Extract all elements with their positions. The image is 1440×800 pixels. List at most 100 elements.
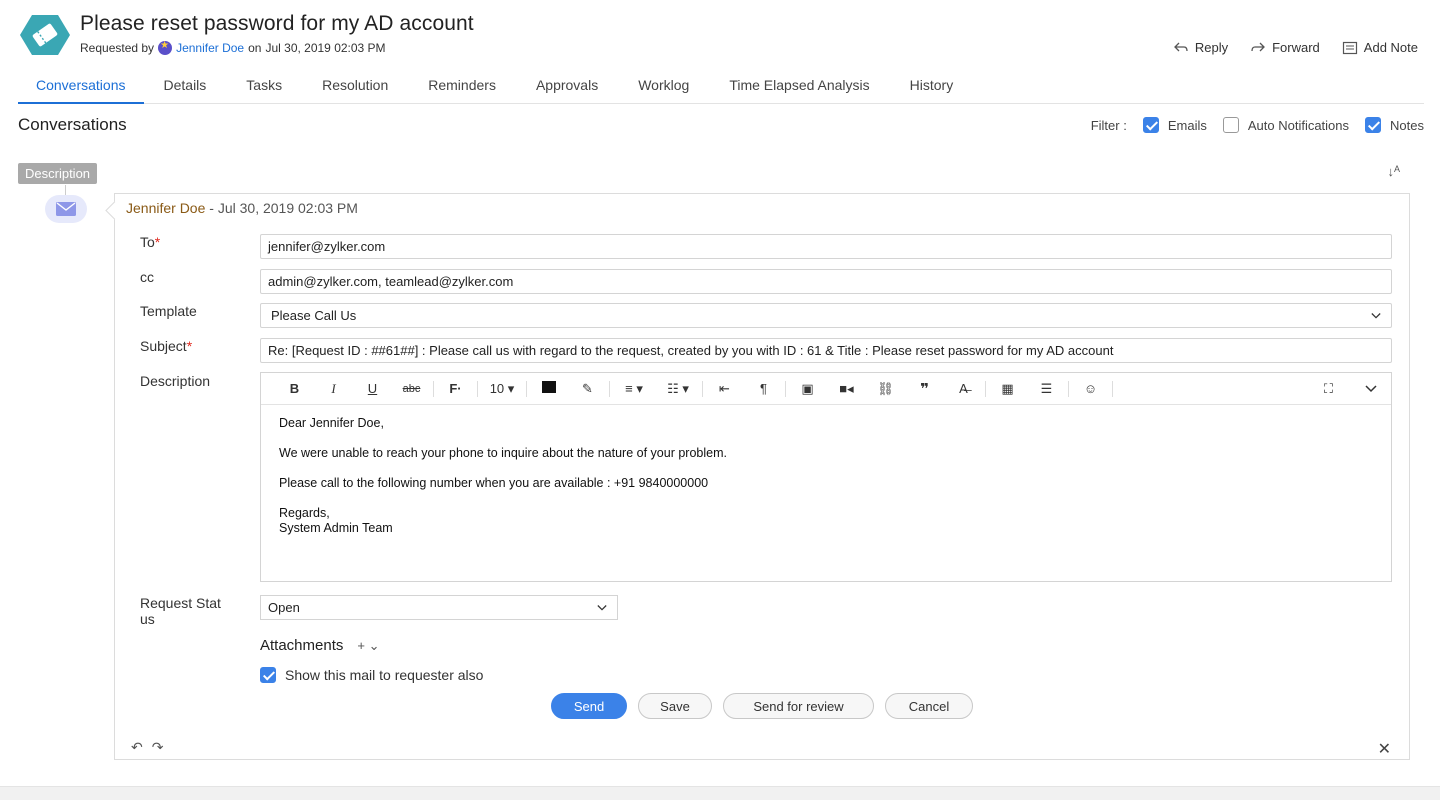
filter-emails-checkbox[interactable] bbox=[1142, 117, 1159, 133]
forward-label: Forward bbox=[1272, 40, 1320, 55]
attachments-row: Attachments + ⌄ bbox=[260, 637, 379, 654]
action-buttons: Send Save Send for review Cancel bbox=[551, 693, 973, 719]
text-color-icon[interactable] bbox=[529, 381, 568, 396]
filter-auto-notifications-checkbox[interactable] bbox=[1222, 117, 1239, 133]
toolbar-divider bbox=[477, 380, 478, 397]
request-status-value: Open bbox=[268, 600, 300, 615]
add-note-label: Add Note bbox=[1363, 40, 1418, 55]
filter-notes[interactable]: Notes bbox=[1365, 117, 1424, 133]
subject-label-text: Subject bbox=[140, 338, 187, 354]
subject-label: Subject* bbox=[140, 338, 192, 354]
paragraph-icon[interactable]: ¶ bbox=[744, 381, 783, 396]
clear-format-icon[interactable]: A̶ bbox=[944, 381, 983, 396]
bold-icon[interactable]: B bbox=[275, 381, 314, 396]
image-icon[interactable]: ▣ bbox=[788, 381, 827, 397]
tab-worklog[interactable]: Worklog bbox=[618, 70, 709, 104]
tab-reminders[interactable]: Reminders bbox=[408, 70, 516, 104]
table-icon[interactable]: ▦ bbox=[988, 381, 1027, 397]
body-sign-1: Regards, bbox=[279, 506, 330, 520]
on-label: on bbox=[248, 41, 262, 55]
chevron-down-icon[interactable] bbox=[1365, 384, 1377, 394]
undo-icon[interactable]: ↶ bbox=[131, 739, 143, 756]
show-mail-option[interactable]: Show this mail to requester also bbox=[260, 667, 483, 683]
requested-by-line: Requested by Jennifer Doe on Jul 30, 201… bbox=[80, 40, 386, 55]
description-editor: B I U abc F· 10 ▾ ✎ ≡ ▾ ☷ ▾ ⇤ ¶ ▣ ■◂ ⛓ ❞… bbox=[260, 372, 1392, 582]
reply-card: Jennifer Doe - Jul 30, 2019 02:03 PM To*… bbox=[114, 193, 1410, 760]
link-icon[interactable]: ⛓ bbox=[866, 381, 905, 397]
quote-icon[interactable]: ❞ bbox=[905, 380, 944, 398]
tab-details[interactable]: Details bbox=[144, 70, 227, 104]
editor-content[interactable]: Dear Jennifer Doe, We were unable to rea… bbox=[261, 405, 1391, 547]
description-label: Description bbox=[140, 373, 211, 389]
ticket-icon bbox=[20, 14, 70, 56]
cc-field[interactable]: admin@zylker.com, teamlead@zylker.com bbox=[260, 269, 1392, 294]
filter-auto-notifications[interactable]: Auto Notifications bbox=[1222, 117, 1349, 133]
filter-emails-label: Emails bbox=[1167, 117, 1207, 133]
chevron-down-icon bbox=[1371, 312, 1381, 319]
strikethrough-icon[interactable]: abc bbox=[392, 383, 431, 395]
subject-field[interactable]: Re: [Request ID : ##61##] : Please call … bbox=[260, 338, 1392, 363]
required-star-icon: * bbox=[154, 234, 161, 250]
request-status-label-line-2: us bbox=[140, 611, 155, 627]
reply-author: Jennifer Doe bbox=[126, 200, 206, 216]
mail-icon bbox=[45, 195, 87, 223]
forward-icon bbox=[1251, 42, 1266, 51]
request-status-label-line-1: Request Stat bbox=[140, 595, 221, 611]
body-sign-2: System Admin Team bbox=[279, 521, 393, 535]
body-line-1: We were unable to reach your phone to in… bbox=[279, 446, 727, 460]
indent-icon[interactable]: ⇤ bbox=[705, 381, 744, 397]
highlight-icon[interactable]: ✎ bbox=[568, 381, 607, 397]
reply-header: Jennifer Doe - Jul 30, 2019 02:03 PM bbox=[126, 200, 358, 216]
toolbar-divider bbox=[609, 380, 610, 397]
list-icon[interactable]: ☷ ▾ bbox=[656, 381, 700, 397]
description-tag[interactable]: Description bbox=[18, 163, 98, 184]
add-note-button[interactable]: Add Note bbox=[1342, 40, 1418, 55]
editor-toolbar: B I U abc F· 10 ▾ ✎ ≡ ▾ ☷ ▾ ⇤ ¶ ▣ ■◂ ⛓ ❞… bbox=[261, 373, 1391, 405]
reply-button[interactable]: Reply bbox=[1173, 40, 1228, 55]
emoji-icon[interactable]: ☺ bbox=[1071, 381, 1110, 396]
send-button[interactable]: Send bbox=[551, 693, 627, 719]
request-status-label: Request Stat us bbox=[140, 595, 221, 627]
underline-icon[interactable]: U bbox=[353, 381, 392, 396]
checklist-icon[interactable]: ☰ bbox=[1027, 381, 1066, 397]
requester-link[interactable]: Jennifer Doe bbox=[176, 41, 244, 55]
template-select[interactable]: Please Call Us bbox=[260, 303, 1392, 328]
note-icon bbox=[1342, 41, 1357, 54]
add-attachment-icon[interactable]: + ⌄ bbox=[357, 638, 379, 654]
reply-label: Reply bbox=[1194, 40, 1229, 55]
requested-by-label: Requested by bbox=[80, 41, 155, 55]
tab-resolution[interactable]: Resolution bbox=[302, 70, 408, 104]
font-family-icon[interactable]: F· bbox=[436, 381, 475, 396]
show-mail-checkbox[interactable] bbox=[260, 667, 276, 683]
tab-conversations[interactable]: Conversations bbox=[18, 70, 144, 104]
toolbar-divider bbox=[433, 380, 434, 397]
save-button[interactable]: Save bbox=[638, 693, 712, 719]
video-icon[interactable]: ■◂ bbox=[827, 381, 866, 397]
tab-approvals[interactable]: Approvals bbox=[516, 70, 618, 104]
filter-notes-label: Notes bbox=[1390, 117, 1424, 133]
send-for-review-button[interactable]: Send for review bbox=[723, 693, 874, 719]
redo-icon[interactable]: ↷ bbox=[152, 739, 164, 756]
forward-button[interactable]: Forward bbox=[1250, 40, 1320, 55]
to-field[interactable]: jennifer@zylker.com bbox=[260, 234, 1392, 259]
chevron-down-icon bbox=[597, 604, 607, 611]
close-icon[interactable]: ✕ bbox=[1378, 739, 1391, 759]
page-title: Please reset password for my AD account bbox=[80, 12, 474, 35]
sort-icon[interactable]: ↓A bbox=[1387, 164, 1400, 179]
reply-time: - Jul 30, 2019 02:03 PM bbox=[209, 200, 358, 216]
font-size-select[interactable]: 10 ▾ bbox=[480, 381, 524, 397]
filter-emails[interactable]: Emails bbox=[1142, 117, 1207, 133]
attachments-label: Attachments bbox=[260, 637, 344, 654]
body-line-2: Please call to the following number when… bbox=[279, 476, 709, 490]
align-icon[interactable]: ≡ ▾ bbox=[612, 381, 656, 397]
cancel-button[interactable]: Cancel bbox=[885, 693, 973, 719]
toolbar-divider bbox=[1068, 380, 1069, 397]
request-status-select[interactable]: Open bbox=[260, 595, 618, 620]
header-actions: Reply Forward Add Note bbox=[1173, 40, 1418, 55]
tab-tasks[interactable]: Tasks bbox=[226, 70, 302, 104]
tab-time-elapsed-analysis[interactable]: Time Elapsed Analysis bbox=[709, 70, 889, 104]
filter-notes-checkbox[interactable] bbox=[1365, 117, 1382, 133]
tab-history[interactable]: History bbox=[890, 70, 974, 104]
italic-icon[interactable]: I bbox=[314, 381, 353, 397]
fullscreen-icon[interactable]: ⛶ bbox=[1324, 381, 1333, 397]
